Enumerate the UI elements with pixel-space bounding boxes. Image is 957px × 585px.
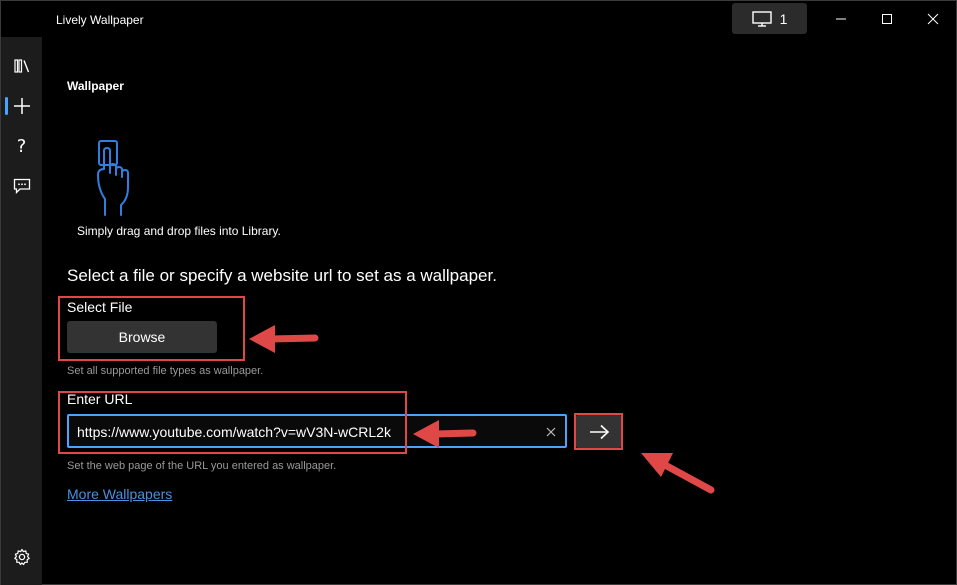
help-icon: ? xyxy=(16,135,27,157)
nav-item-library[interactable] xyxy=(1,48,42,84)
select-file-label: Select File xyxy=(67,299,133,315)
gear-icon xyxy=(13,548,30,566)
select-file-hint: Set all supported file types as wallpape… xyxy=(67,365,264,377)
main-heading: Select a file or specify a website url t… xyxy=(67,266,497,285)
enter-url-hint: Set the web page of the URL you entered … xyxy=(67,460,337,472)
drag-caption: Simply drag and drop files into Library. xyxy=(77,224,281,238)
annotation-arrow-go xyxy=(641,453,715,494)
app-window: Lively Wallpaper 1 ? Wallpaper Simply dr… xyxy=(0,0,957,585)
monitor-count: 1 xyxy=(779,10,788,27)
submit-url-button[interactable] xyxy=(576,415,621,448)
feedback-icon xyxy=(13,178,30,194)
monitor-icon xyxy=(751,10,772,27)
title-bar: Lively Wallpaper 1 xyxy=(1,1,956,37)
annotation-arrow-browse xyxy=(249,325,319,353)
clear-url-button[interactable] xyxy=(543,424,559,440)
maximize-icon xyxy=(882,13,892,24)
nav-rail: ? xyxy=(1,37,42,585)
arrow-right-icon xyxy=(589,424,609,439)
plus-icon xyxy=(13,98,30,114)
more-wallpapers-link[interactable]: More Wallpapers xyxy=(67,486,172,502)
library-icon xyxy=(13,59,29,73)
drag-drop-icon xyxy=(93,139,143,224)
page-title: Wallpaper xyxy=(67,79,124,93)
app-title: Lively Wallpaper xyxy=(56,13,144,27)
close-button[interactable] xyxy=(910,3,956,34)
minimize-button[interactable] xyxy=(818,3,864,34)
url-field[interactable] xyxy=(67,414,567,448)
browse-button[interactable]: Browse xyxy=(67,321,217,353)
enter-url-label: Enter URL xyxy=(67,391,133,407)
url-input[interactable] xyxy=(77,422,537,442)
minimize-icon xyxy=(836,18,846,19)
nav-item-settings[interactable] xyxy=(1,539,42,575)
nav-item-add[interactable] xyxy=(1,88,42,124)
nav-item-help[interactable]: ? xyxy=(1,128,42,164)
close-icon xyxy=(927,13,939,24)
clear-icon xyxy=(546,427,556,437)
active-indicator xyxy=(5,97,8,115)
nav-item-feedback[interactable] xyxy=(1,168,42,204)
monitor-select-button[interactable]: 1 xyxy=(732,3,807,34)
maximize-button[interactable] xyxy=(864,3,910,34)
